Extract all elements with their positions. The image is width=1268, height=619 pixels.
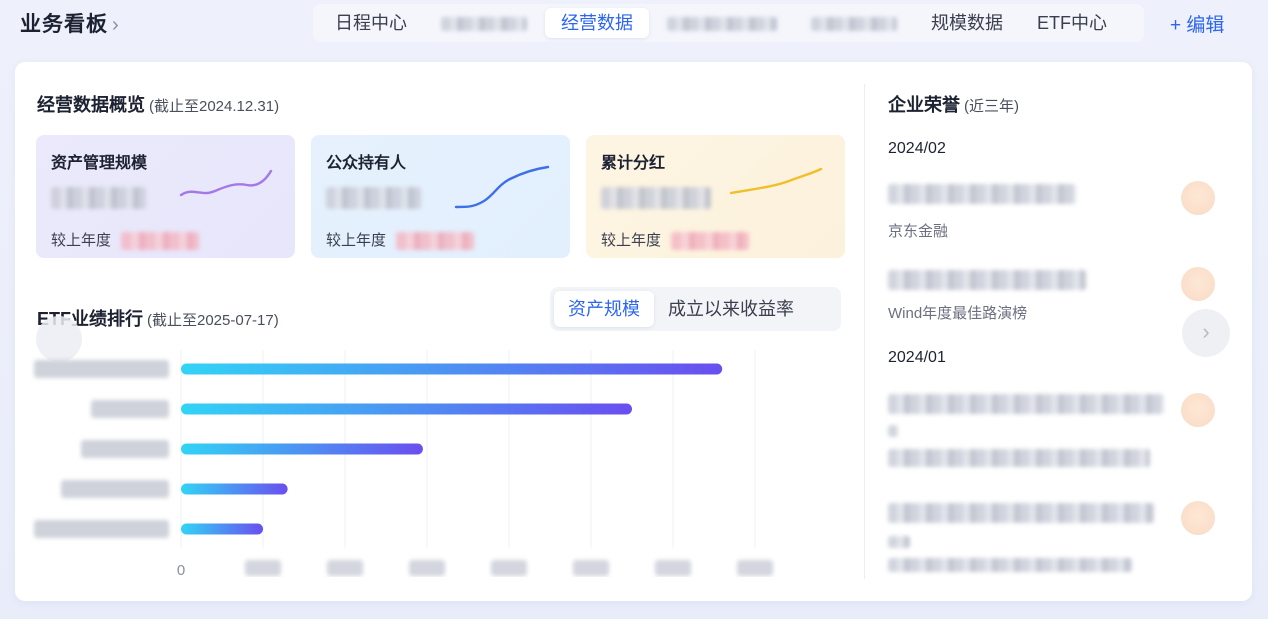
module-tabs: 日程中心 经营数据 规模数据 ETF中心	[313, 4, 1144, 42]
sparkline-holders	[454, 165, 550, 209]
category-label-redacted	[81, 440, 169, 458]
honor-year: 2024/01	[888, 349, 946, 366]
honors-subtitle: (近三年)	[964, 98, 1019, 115]
category-label-redacted	[61, 480, 169, 498]
board-title-text: 业务看板	[20, 13, 108, 36]
segment-return-since-inception[interactable]: 成立以来收益率	[654, 291, 808, 327]
card-value	[326, 187, 421, 209]
chart-category-labels	[34, 360, 169, 538]
overview-title: 经营数据概览 (截止至2024.12.31)	[37, 95, 280, 115]
bar[interactable]	[181, 363, 723, 375]
redacted-text	[888, 424, 898, 437]
redacted-text	[811, 17, 897, 32]
redacted-text	[441, 17, 527, 32]
bar[interactable]	[181, 523, 263, 535]
etf-ranking-subtitle: (截止至2025-07-17)	[147, 312, 279, 329]
chart-bars	[181, 363, 723, 535]
bar[interactable]	[181, 403, 632, 415]
redacted-text	[121, 232, 200, 251]
redacted-text	[601, 187, 711, 209]
overview-card-dividends[interactable]: 累计分红 较上年度	[586, 135, 845, 258]
honor-title	[888, 270, 1086, 290]
column-divider	[864, 84, 865, 579]
honor-title-continued	[888, 422, 898, 440]
trophy-icon	[1181, 267, 1215, 301]
etf-ranking-bar-chart: 0	[34, 350, 773, 577]
card-value	[51, 187, 146, 209]
segment-asset-scale[interactable]: 资产规模	[554, 291, 654, 327]
card-compare: 较上年度	[601, 229, 750, 251]
tab-etf-center[interactable]: ETF中心	[1021, 8, 1123, 38]
chevron-right-icon: ›	[112, 14, 120, 36]
card-value	[601, 187, 711, 209]
ranking-metric-toggle: 资产规模 成立以来收益率	[550, 287, 841, 331]
x-tick-label-redacted	[409, 560, 445, 576]
bar[interactable]	[181, 483, 288, 495]
chevron-right-icon[interactable]: ›	[1182, 309, 1230, 357]
category-label-redacted	[91, 400, 169, 418]
x-tick-label-redacted	[655, 560, 691, 576]
redacted-text	[326, 187, 421, 209]
redacted-text	[667, 17, 777, 32]
tab-operating-data[interactable]: 经营数据	[545, 8, 649, 38]
edit-button[interactable]: + 编辑	[1170, 10, 1224, 37]
redacted-text	[888, 184, 1076, 204]
redacted-text	[51, 187, 146, 209]
overview-card-aum[interactable]: 资产管理规模 较上年度	[36, 135, 295, 258]
honor-title	[888, 503, 1154, 523]
honor-title-continued	[888, 533, 910, 551]
honor-source-redacted	[888, 556, 1132, 574]
category-label-redacted	[34, 520, 169, 538]
redacted-text	[888, 557, 1132, 572]
tab-redacted-3[interactable]	[795, 8, 913, 38]
redacted-text	[396, 232, 475, 251]
x-tick-label-redacted	[327, 560, 363, 576]
trophy-icon	[1181, 181, 1215, 215]
top-header: 业务看板 › 日程中心 经营数据 规模数据 ETF中心 + 编辑	[0, 0, 1268, 50]
x-tick-label-redacted	[737, 560, 773, 576]
honor-title	[888, 394, 1164, 414]
honor-title	[888, 184, 1076, 204]
category-label-redacted	[34, 360, 169, 378]
bar[interactable]	[181, 443, 423, 455]
overview-card-holders[interactable]: 公众持有人 较上年度	[311, 135, 570, 258]
x-tick-label: 0	[177, 562, 185, 577]
redacted-text	[888, 270, 1086, 290]
honor-source-redacted	[888, 449, 1150, 467]
redacted-text	[888, 503, 1154, 523]
overview-subtitle: (截止至2024.12.31)	[149, 98, 280, 115]
trophy-icon	[1181, 393, 1215, 427]
redacted-text	[888, 535, 910, 548]
board-title[interactable]: 业务看板 ›	[20, 8, 120, 38]
trophy-icon	[1181, 501, 1215, 535]
x-tick-label-redacted	[491, 560, 527, 576]
tab-scale-data[interactable]: 规模数据	[915, 8, 1019, 38]
honor-year: 2024/02	[888, 140, 946, 157]
tab-redacted-2[interactable]	[651, 8, 793, 38]
dashboard-card: 经营数据概览 (截止至2024.12.31) 资产管理规模 较上年度 公众持有人 …	[15, 62, 1252, 601]
redacted-text	[671, 232, 750, 251]
honor-source: 京东金融	[888, 223, 949, 240]
tab-schedule-center[interactable]: 日程中心	[319, 8, 423, 38]
card-compare: 较上年度	[326, 229, 475, 251]
sparkline-dividends	[729, 167, 823, 195]
chart-x-ticks: 0	[177, 560, 773, 577]
card-compare: 较上年度	[51, 229, 200, 251]
x-tick-label-redacted	[573, 560, 609, 576]
tab-redacted-1[interactable]	[425, 8, 543, 38]
redacted-text	[888, 449, 1150, 467]
redacted-text	[888, 394, 1164, 414]
sparkline-aum	[179, 169, 273, 197]
honor-source: Wind年度最佳路演榜	[888, 305, 1028, 322]
honors-title: 企业荣誉 (近三年)	[888, 95, 1019, 115]
x-tick-label-redacted	[245, 560, 281, 576]
